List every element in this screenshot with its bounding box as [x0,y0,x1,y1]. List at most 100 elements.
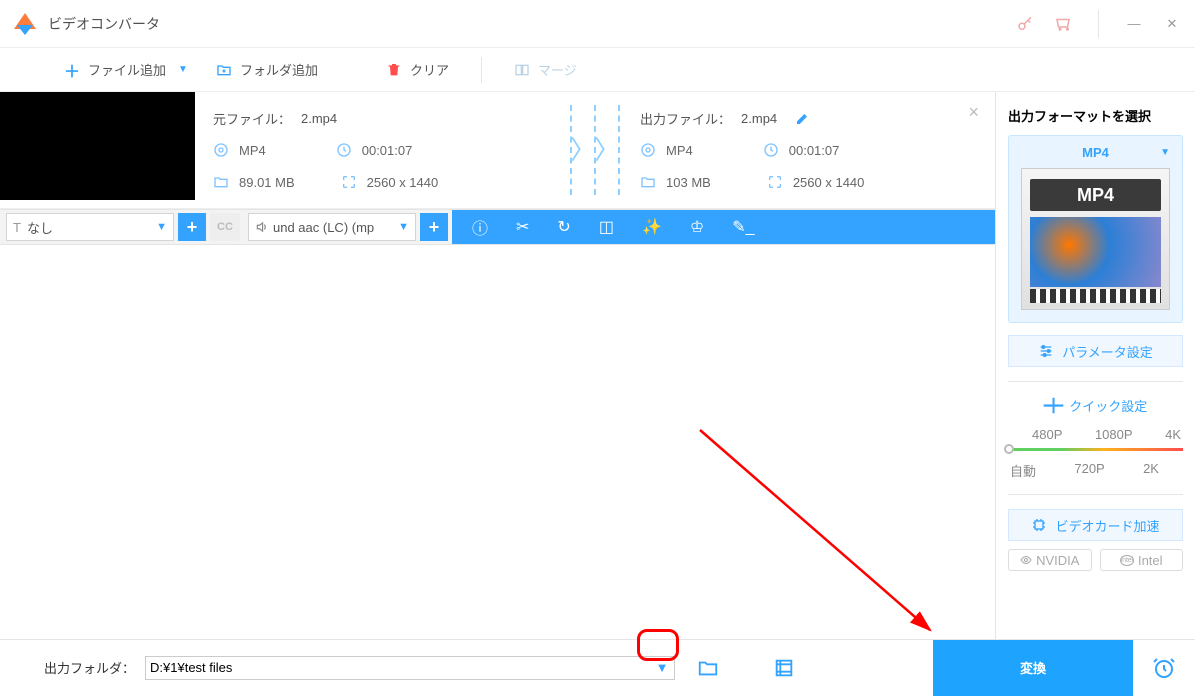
merge-button[interactable]: マージ [500,48,591,91]
clear-button[interactable]: クリア [372,48,463,91]
source-format: MP4 [239,143,266,158]
chevron-down-icon: ▼ [156,221,167,233]
merge-label: マージ [538,60,577,79]
video-thumbnail[interactable] [0,92,195,200]
output-format: MP4 [666,143,693,158]
chip-icon [1031,517,1047,533]
chevron-down-icon[interactable]: ▼ [1160,147,1170,158]
rotate-icon[interactable]: ↻ [557,217,570,237]
slider-handle[interactable] [1004,444,1014,454]
effects-icon[interactable]: ✨ [642,217,662,237]
open-folder-icon[interactable] [697,657,719,679]
eye-icon [1020,554,1032,566]
cc-button[interactable]: CC [210,213,240,241]
add-folder-label: フォルダ追加 [240,60,318,79]
source-resolution: 2560 x 1440 [367,175,439,190]
trash-icon [386,62,402,78]
source-filename: 2.mp4 [301,111,337,126]
merge-icon [514,62,530,78]
subtitle-value: なし [27,218,53,237]
convert-label: 変換 [1020,658,1046,677]
quick-label: クイック設定 [1069,396,1147,415]
track-toolbar: T なし ▼ + CC und aac (LC) (mp ▼ + ⓘ ✂ ↻ ◫… [0,209,995,245]
film-icon[interactable] [773,657,795,679]
subtitle-edit-icon[interactable]: ✎_ [732,217,754,237]
cart-icon[interactable] [1054,15,1072,33]
resolution-labels-top: 480P 1080P 4K [1008,427,1183,442]
add-folder-button[interactable]: フォルダ追加 [202,48,332,91]
app-logo [14,13,36,35]
clock-icon [763,142,779,158]
separator [481,57,482,83]
toolbar: ＋ ファイル追加 ▼ フォルダ追加 クリア マージ [0,48,1195,92]
file-list: 元ファイル： 2.mp4 MP4 00:01:07 89.01 MB 2560 … [0,92,995,639]
sliders-icon [1038,343,1054,359]
key-icon[interactable] [1016,15,1034,33]
audio-select[interactable]: und aac (LC) (mp ▼ [248,213,416,241]
resolution-labels-bottom: 自動 720P 2K [1008,461,1183,480]
output-size: 103 MB [666,175,711,190]
chevron-down-icon[interactable]: ▼ [178,64,188,75]
edit-icon[interactable] [795,110,811,126]
close-button[interactable]: ✕ [1163,16,1181,32]
format-card[interactable]: MP4 ▼ MP4 [1008,135,1183,323]
format-preview: MP4 [1021,168,1170,310]
resolution-slider[interactable] [1008,448,1183,451]
output-filename: 2.mp4 [741,111,777,126]
gpu-accel-button[interactable]: ビデオカード加速 [1008,509,1183,541]
info-icon[interactable]: ⓘ [472,215,488,239]
subtitle-select[interactable]: T なし ▼ [6,213,174,241]
param-label: パラメータ設定 [1062,342,1153,361]
app-title: ビデオコンバータ [48,14,160,34]
intel-badge: intel Intel [1100,549,1184,571]
output-path-value: D:¥1¥test files [150,660,232,675]
divider [1008,494,1183,495]
remove-item-button[interactable]: × [968,102,979,123]
add-audio-button[interactable]: + [420,213,448,241]
chevron-down-icon: ▼ [398,221,409,233]
watermark-icon[interactable]: ♔ [690,217,704,237]
bottom-bar: 出力フォルダ： D:¥1¥test files ▼ 変換 [0,639,1195,695]
quick-settings-header: ━╋━ クイック設定 [1008,396,1183,415]
parameter-settings-button[interactable]: パラメータ設定 [1008,335,1183,367]
alarm-icon [1152,656,1176,680]
divider [1008,381,1183,382]
speaker-icon [255,220,269,234]
gpu-label: ビデオカード加速 [1055,516,1159,535]
path-dropdown-button[interactable]: ▼ [652,659,672,677]
source-duration: 00:01:07 [362,143,413,158]
convert-button[interactable]: 変換 [933,640,1133,696]
add-subtitle-button[interactable]: + [178,213,206,241]
output-info: 出力ファイル： 2.mp4 MP4 00:01:07 103 MB [622,92,995,208]
format-name: MP4 [1082,145,1109,160]
dimensions-icon [767,174,783,190]
output-duration: 00:01:07 [789,143,840,158]
main-area: 元ファイル： 2.mp4 MP4 00:01:07 89.01 MB 2560 … [0,92,1195,639]
add-file-button[interactable]: ＋ ファイル追加 ▼ [50,48,202,91]
source-size: 89.01 MB [239,175,295,190]
folder-icon [213,174,229,190]
title-bar: ビデオコンバータ ― ✕ [0,0,1195,48]
dimensions-icon [341,174,357,190]
edit-tools: ⓘ ✂ ↻ ◫ ✨ ♔ ✎_ [452,210,995,244]
add-file-label: ファイル追加 [88,60,166,79]
right-panel: 出力フォーマットを選択 MP4 ▼ MP4 パラメータ設定 ━╋━ クイック設定… [995,92,1195,639]
crop-icon[interactable]: ◫ [599,217,614,237]
source-label: 元ファイル： [213,109,291,128]
plus-icon: ＋ [64,58,80,82]
separator [1098,10,1099,38]
minimize-button[interactable]: ― [1125,16,1143,31]
clock-icon [336,142,352,158]
file-item: 元ファイル： 2.mp4 MP4 00:01:07 89.01 MB 2560 … [0,92,995,209]
output-path-input[interactable]: D:¥1¥test files ▼ [145,656,675,680]
disc-icon [640,142,656,158]
format-badge: MP4 [1030,179,1161,211]
disc-icon [213,142,229,158]
audio-value: und aac (LC) (mp [273,220,374,235]
schedule-button[interactable] [1133,640,1195,696]
folder-plus-icon [216,62,232,78]
clear-label: クリア [410,60,449,79]
source-info: 元ファイル： 2.mp4 MP4 00:01:07 89.01 MB 2560 … [195,92,568,208]
cut-icon[interactable]: ✂ [516,217,529,237]
output-resolution: 2560 x 1440 [793,175,865,190]
